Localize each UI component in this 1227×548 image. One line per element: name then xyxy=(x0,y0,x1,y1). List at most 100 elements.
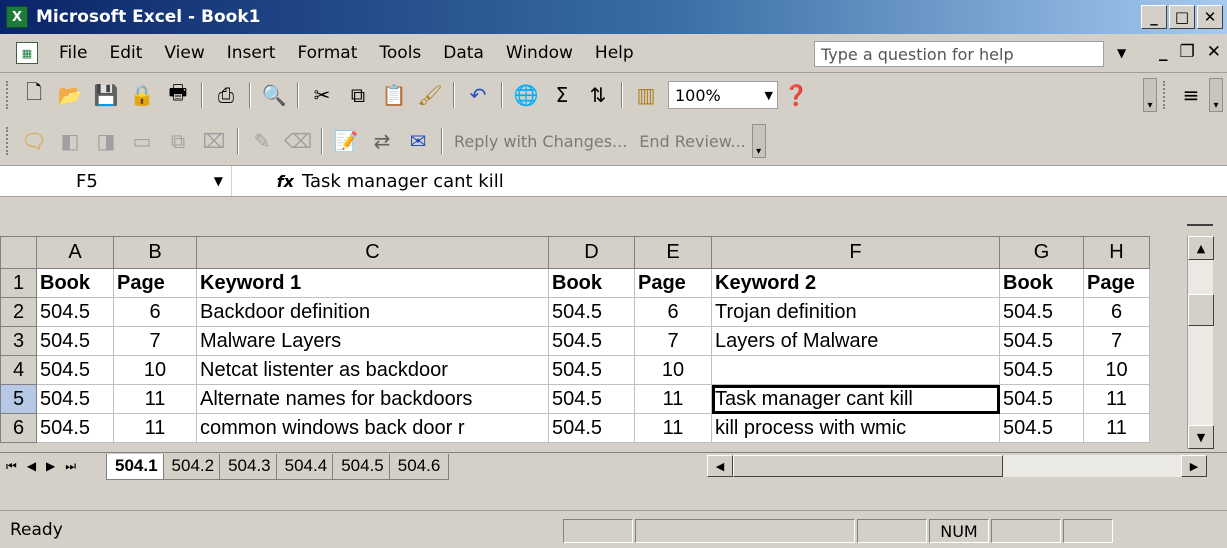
column-header-g[interactable]: G xyxy=(999,236,1084,269)
autosum-icon[interactable]: Σ xyxy=(546,79,578,111)
scroll-down-icon[interactable]: ▼ xyxy=(1188,425,1214,449)
cell-h2[interactable]: 6 xyxy=(1083,297,1150,327)
row-header[interactable]: 1 xyxy=(0,268,37,298)
select-all-corner[interactable] xyxy=(0,236,37,269)
vertical-scroll-thumb[interactable] xyxy=(1188,294,1214,326)
cell-e3[interactable]: 7 xyxy=(634,326,712,356)
new-comment-icon[interactable]: 🗨 xyxy=(18,125,50,157)
insert-function-icon[interactable]: fx xyxy=(232,172,302,191)
copy-icon[interactable]: ⧉ xyxy=(342,79,374,111)
menu-format[interactable]: Format xyxy=(286,43,368,63)
reply-with-changes-button[interactable]: Reply with Changes... xyxy=(448,132,633,151)
cell-a2[interactable]: 504.5 xyxy=(36,297,114,327)
cell-g2[interactable]: 504.5 xyxy=(999,297,1084,327)
end-review-button[interactable]: End Review... xyxy=(633,132,751,151)
horizontal-scroll-track[interactable] xyxy=(733,455,1181,477)
cell-h4[interactable]: 10 xyxy=(1083,355,1150,385)
minimize-button[interactable]: _ xyxy=(1141,5,1167,29)
menu-view[interactable]: View xyxy=(153,43,215,63)
cell-b1[interactable]: Page xyxy=(113,268,197,298)
column-header-d[interactable]: D xyxy=(548,236,635,269)
cell-g1[interactable]: Book xyxy=(999,268,1084,298)
cell-a5[interactable]: 504.5 xyxy=(36,384,114,414)
cell-f3[interactable]: Layers of Malware xyxy=(711,326,1000,356)
undo-icon[interactable]: ↶ xyxy=(462,79,494,111)
horizontal-scrollbar[interactable]: ◀ ▶ xyxy=(707,455,1207,477)
cell-c4[interactable]: Netcat listenter as backdoor xyxy=(196,355,549,385)
permission-icon[interactable]: 🔒 xyxy=(126,79,158,111)
menu-edit[interactable]: Edit xyxy=(98,43,153,63)
cell-b5[interactable]: 11 xyxy=(113,384,197,414)
active-cell-f5[interactable]: Task manager cant kill xyxy=(711,384,1000,414)
chart-wizard-icon[interactable]: ▥ xyxy=(630,79,662,111)
cell-f6[interactable]: kill process with wmic xyxy=(711,413,1000,443)
delete-ink-icon[interactable]: ⌫ xyxy=(282,125,314,157)
column-header-e[interactable]: E xyxy=(634,236,712,269)
cell-h3[interactable]: 7 xyxy=(1083,326,1150,356)
scroll-left-icon[interactable]: ◀ xyxy=(707,455,733,477)
cell-c2[interactable]: Backdoor definition xyxy=(196,297,549,327)
document-icon[interactable]: ▦ xyxy=(16,42,38,64)
menu-tools[interactable]: Tools xyxy=(368,43,432,63)
menu-file[interactable]: File xyxy=(48,43,98,63)
horizontal-split-handle[interactable] xyxy=(1187,224,1213,234)
cell-d3[interactable]: 504.5 xyxy=(548,326,635,356)
toolbar-grip[interactable] xyxy=(6,127,10,155)
previous-sheet-icon[interactable]: ◀ xyxy=(27,459,36,474)
cell-a3[interactable]: 504.5 xyxy=(36,326,114,356)
next-comment-icon[interactable]: ◨ xyxy=(90,125,122,157)
help-search-input[interactable]: Type a question for help xyxy=(814,41,1104,67)
sheet-tab-504-6[interactable]: 504.6 xyxy=(388,453,450,480)
previous-comment-icon[interactable]: ◧ xyxy=(54,125,86,157)
cell-b2[interactable]: 6 xyxy=(113,297,197,327)
scroll-up-icon[interactable]: ▲ xyxy=(1188,236,1214,260)
send-mail-icon[interactable]: ✉ xyxy=(402,125,434,157)
cell-g6[interactable]: 504.5 xyxy=(999,413,1084,443)
cell-b6[interactable]: 11 xyxy=(113,413,197,443)
toolbar-grip[interactable] xyxy=(1163,81,1167,109)
cell-g3[interactable]: 504.5 xyxy=(999,326,1084,356)
cell-e1[interactable]: Page xyxy=(634,268,712,298)
sheet-tab-504-3[interactable]: 504.3 xyxy=(219,453,280,480)
cell-f4[interactable] xyxy=(711,355,1000,385)
column-header-c[interactable]: C xyxy=(196,236,549,269)
show-all-comments-icon[interactable]: ⧉ xyxy=(162,125,194,157)
cell-c5[interactable]: Alternate names for backdoors xyxy=(196,384,549,414)
cell-a6[interactable]: 504.5 xyxy=(36,413,114,443)
row-header[interactable]: 2 xyxy=(0,297,37,327)
cell-g4[interactable]: 504.5 xyxy=(999,355,1084,385)
save-icon[interactable]: 💾 xyxy=(90,79,122,111)
close-button[interactable]: ✕ xyxy=(1197,5,1223,29)
row-header[interactable]: 3 xyxy=(0,326,37,356)
last-sheet-icon[interactable]: ⏭ xyxy=(65,459,76,474)
research-icon[interactable]: 🔍 xyxy=(258,79,290,111)
column-header-h[interactable]: H xyxy=(1083,236,1150,269)
column-header-f[interactable]: F xyxy=(711,236,1000,269)
toolbar-overflow-button[interactable]: ▾ xyxy=(1209,78,1223,112)
first-sheet-icon[interactable]: ⏮ xyxy=(6,459,17,474)
cell-b4[interactable]: 10 xyxy=(113,355,197,385)
doc-close-button[interactable]: ✕ xyxy=(1207,42,1221,62)
cell-e2[interactable]: 6 xyxy=(634,297,712,327)
scroll-right-icon[interactable]: ▶ xyxy=(1181,455,1207,477)
doc-restore-button[interactable]: ❐ xyxy=(1180,42,1195,62)
print-preview-icon[interactable]: 🖶 xyxy=(162,79,194,111)
cell-f1[interactable]: Keyword 2 xyxy=(711,268,1000,298)
vertical-scrollbar[interactable]: ▲ ▼ xyxy=(1187,236,1214,449)
cell-d1[interactable]: Book xyxy=(548,268,635,298)
cell-a1[interactable]: Book xyxy=(36,268,114,298)
row-header[interactable]: 5 xyxy=(0,384,37,414)
sheet-tab-504-2[interactable]: 504.2 xyxy=(162,453,224,480)
paste-icon[interactable]: 📋 xyxy=(378,79,410,111)
menu-insert[interactable]: Insert xyxy=(216,43,287,63)
show-comment-icon[interactable]: ▭ xyxy=(126,125,158,157)
open-icon[interactable]: 📂 xyxy=(54,79,86,111)
new-icon[interactable]: 🗋 xyxy=(18,79,50,111)
format-painter-icon[interactable]: 🖌 xyxy=(414,79,446,111)
chevron-down-icon[interactable]: ▼ xyxy=(214,174,223,188)
help-icon[interactable]: ❓ xyxy=(780,79,812,111)
doc-minimize-button[interactable]: _ xyxy=(1159,42,1168,62)
sheet-tab-504-1[interactable]: 504.1 xyxy=(106,453,167,480)
menu-window[interactable]: Window xyxy=(495,43,584,63)
update-file-icon[interactable]: ⇄ xyxy=(366,125,398,157)
